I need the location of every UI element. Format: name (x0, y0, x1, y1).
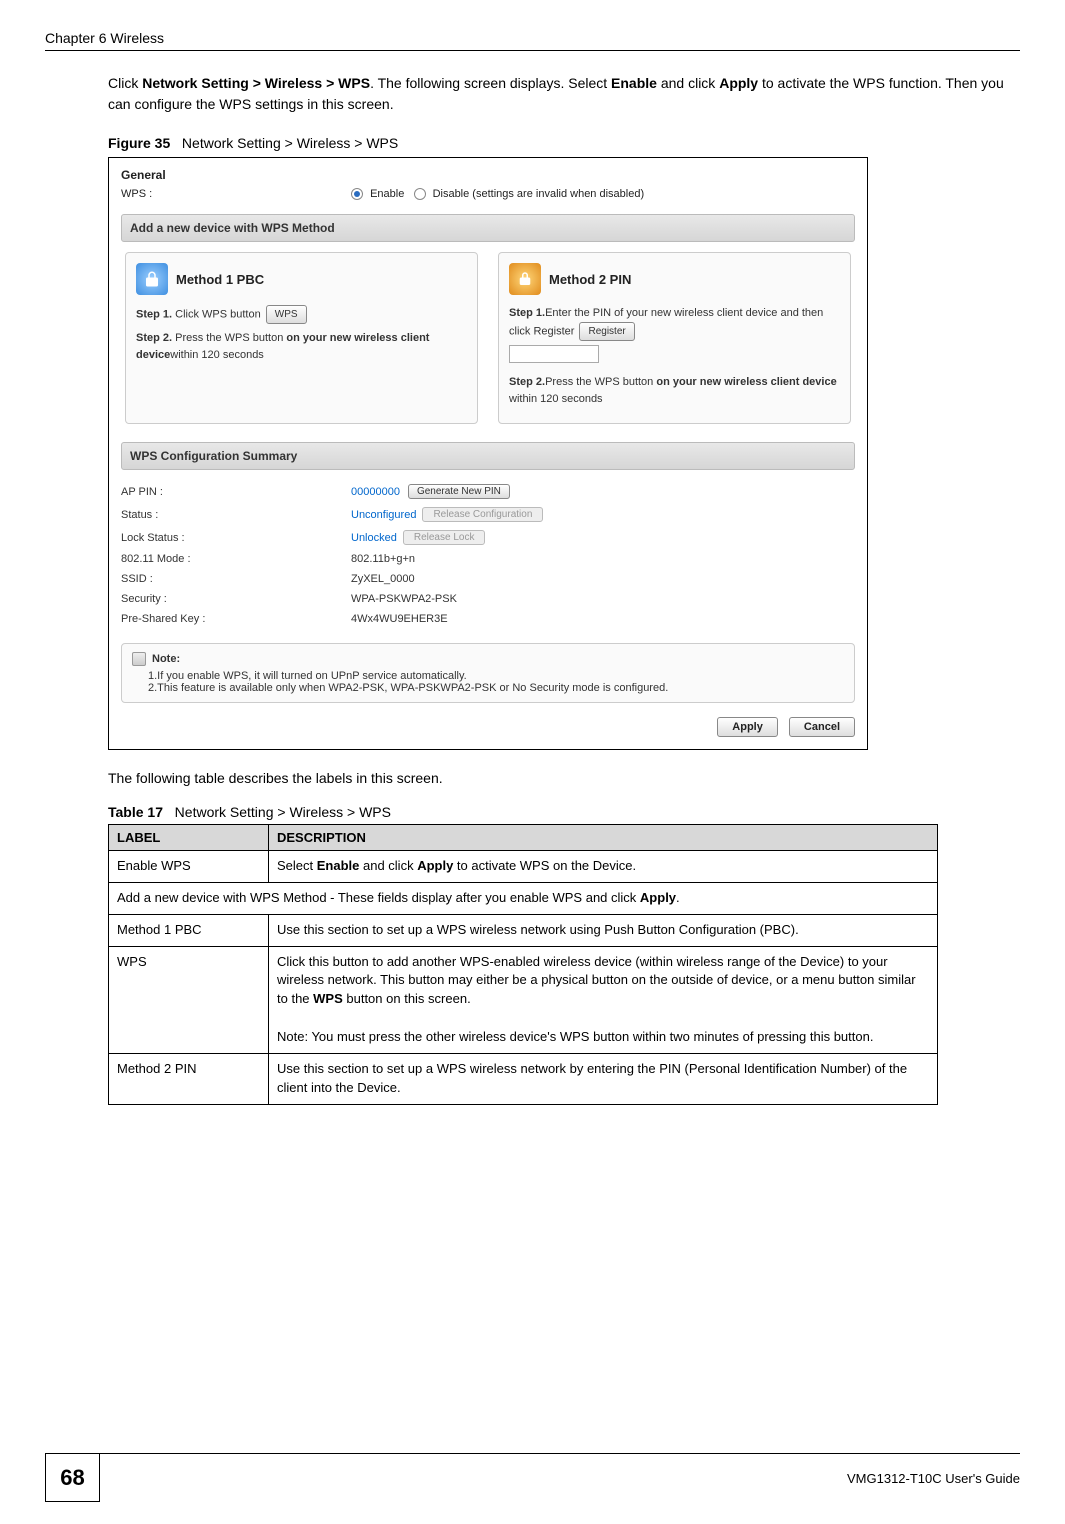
method2-card: Method 2 PIN Step 1.Enter the PIN of you… (498, 252, 851, 424)
pin-input[interactable] (509, 345, 599, 363)
table-cell-desc: Use this section to set up a WPS wireles… (269, 914, 938, 946)
header-rule (45, 50, 1020, 51)
method2-title: Method 2 PIN (549, 272, 631, 287)
table-row: WPSClick this button to add another WPS-… (109, 946, 938, 1053)
radio-enable-label: Enable (370, 188, 404, 200)
summary-list: AP PIN :00000000Generate New PINStatus :… (121, 480, 855, 629)
figure-caption: Figure 35 Network Setting > Wireless > W… (108, 135, 1020, 151)
table-row: Method 2 PINUse this section to set up a… (109, 1053, 938, 1104)
table-cell-label: WPS (109, 946, 269, 1053)
table-cell-desc: Use this section to set up a WPS wireles… (269, 1053, 938, 1104)
summary-action-button[interactable]: Generate New PIN (408, 484, 510, 499)
summary-value: UnlockedRelease Lock (351, 530, 485, 545)
radio-enable[interactable] (351, 188, 363, 200)
summary-action-button: Release Lock (403, 530, 486, 545)
note-box: Note: 1.If you enable WPS, it will turne… (121, 643, 855, 703)
radio-disable-label: Disable (settings are invalid when disab… (433, 188, 645, 200)
method1-step1: Step 1. Click WPS button WPS (136, 305, 467, 324)
method1-card: Method 1 PBC Step 1. Click WPS button WP… (125, 252, 478, 424)
summary-row: Status :UnconfiguredRelease Configuratio… (121, 503, 855, 526)
summary-value: 802.11b+g+n (351, 553, 415, 565)
intro-paragraph: Click Network Setting > Wireless > WPS. … (108, 73, 1020, 115)
summary-row: Lock Status :UnlockedRelease Lock (121, 526, 855, 549)
summary-label: Pre-Shared Key : (121, 613, 351, 625)
table-cell-desc: Select Enable and click Apply to activat… (269, 851, 938, 883)
summary-row: 802.11 Mode :802.11b+g+n (121, 549, 855, 569)
cancel-button[interactable]: Cancel (789, 717, 855, 737)
lock-icon (136, 263, 168, 295)
summary-row: Pre-Shared Key :4Wx4WU9EHER3E (121, 609, 855, 629)
table-cell-label: Enable WPS (109, 851, 269, 883)
table-caption: Table 17 Network Setting > Wireless > WP… (108, 804, 1020, 820)
method2-step1: Step 1.Enter the PIN of your new wireles… (509, 305, 840, 368)
note-line-2: 2.This feature is available only when WP… (148, 682, 844, 694)
wps-button[interactable]: WPS (266, 305, 307, 324)
table-head-desc: DESCRIPTION (269, 825, 938, 851)
summary-value: 4Wx4WU9EHER3E (351, 613, 448, 625)
description-table: LABEL DESCRIPTION Enable WPSSelect Enabl… (108, 824, 938, 1104)
summary-value: ZyXEL_0000 (351, 573, 415, 585)
table-row: Enable WPSSelect Enable and click Apply … (109, 851, 938, 883)
method1-step2: Step 2. Press the WPS button on your new… (136, 330, 467, 363)
table-row: Method 1 PBCUse this section to set up a… (109, 914, 938, 946)
summary-row: AP PIN :00000000Generate New PIN (121, 480, 855, 503)
table-cell: Add a new device with WPS Method - These… (109, 882, 938, 914)
chapter-title: Chapter 6 Wireless (45, 30, 164, 46)
summary-value: UnconfiguredRelease Configuration (351, 507, 543, 522)
table-head-label: LABEL (109, 825, 269, 851)
summary-label: Security : (121, 593, 351, 605)
figure-frame: General WPS : Enable Disable (settings a… (108, 157, 868, 750)
summary-label: Lock Status : (121, 532, 351, 544)
table-cell-desc: Click this button to add another WPS-ena… (269, 946, 938, 1053)
summary-label: 802.11 Mode : (121, 553, 351, 565)
note-title: Note: (152, 653, 180, 665)
note-icon (132, 652, 146, 666)
general-title: General (121, 168, 855, 182)
wps-label: WPS : (121, 188, 351, 200)
summary-label: Status : (121, 509, 351, 521)
page-number: 68 (45, 1454, 100, 1502)
radio-disable[interactable] (414, 188, 426, 200)
method1-title: Method 1 PBC (176, 272, 264, 287)
summary-row: SSID :ZyXEL_0000 (121, 569, 855, 589)
table-cell-label: Method 2 PIN (109, 1053, 269, 1104)
summary-value: WPA-PSKWPA2-PSK (351, 593, 457, 605)
after-figure-text: The following table describes the labels… (108, 770, 1020, 786)
guide-name: VMG1312-T10C User's Guide (847, 1471, 1020, 1486)
apply-button[interactable]: Apply (717, 717, 778, 737)
register-button[interactable]: Register (579, 322, 634, 341)
summary-row: Security :WPA-PSKWPA2-PSK (121, 589, 855, 609)
summary-value: 00000000Generate New PIN (351, 484, 512, 499)
summary-action-button: Release Configuration (422, 507, 543, 522)
table-row: Add a new device with WPS Method - These… (109, 882, 938, 914)
page-footer: 68 VMG1312-T10C User's Guide (45, 1453, 1020, 1502)
table-cell-label: Method 1 PBC (109, 914, 269, 946)
summary-label: AP PIN : (121, 486, 351, 498)
note-line-1: 1.If you enable WPS, it will turned on U… (148, 670, 844, 682)
summary-section-header: WPS Configuration Summary (121, 442, 855, 470)
summary-label: SSID : (121, 573, 351, 585)
method2-step2: Step 2.Press the WPS button on your new … (509, 374, 840, 407)
add-device-section-header: Add a new device with WPS Method (121, 214, 855, 242)
pin-icon (509, 263, 541, 295)
